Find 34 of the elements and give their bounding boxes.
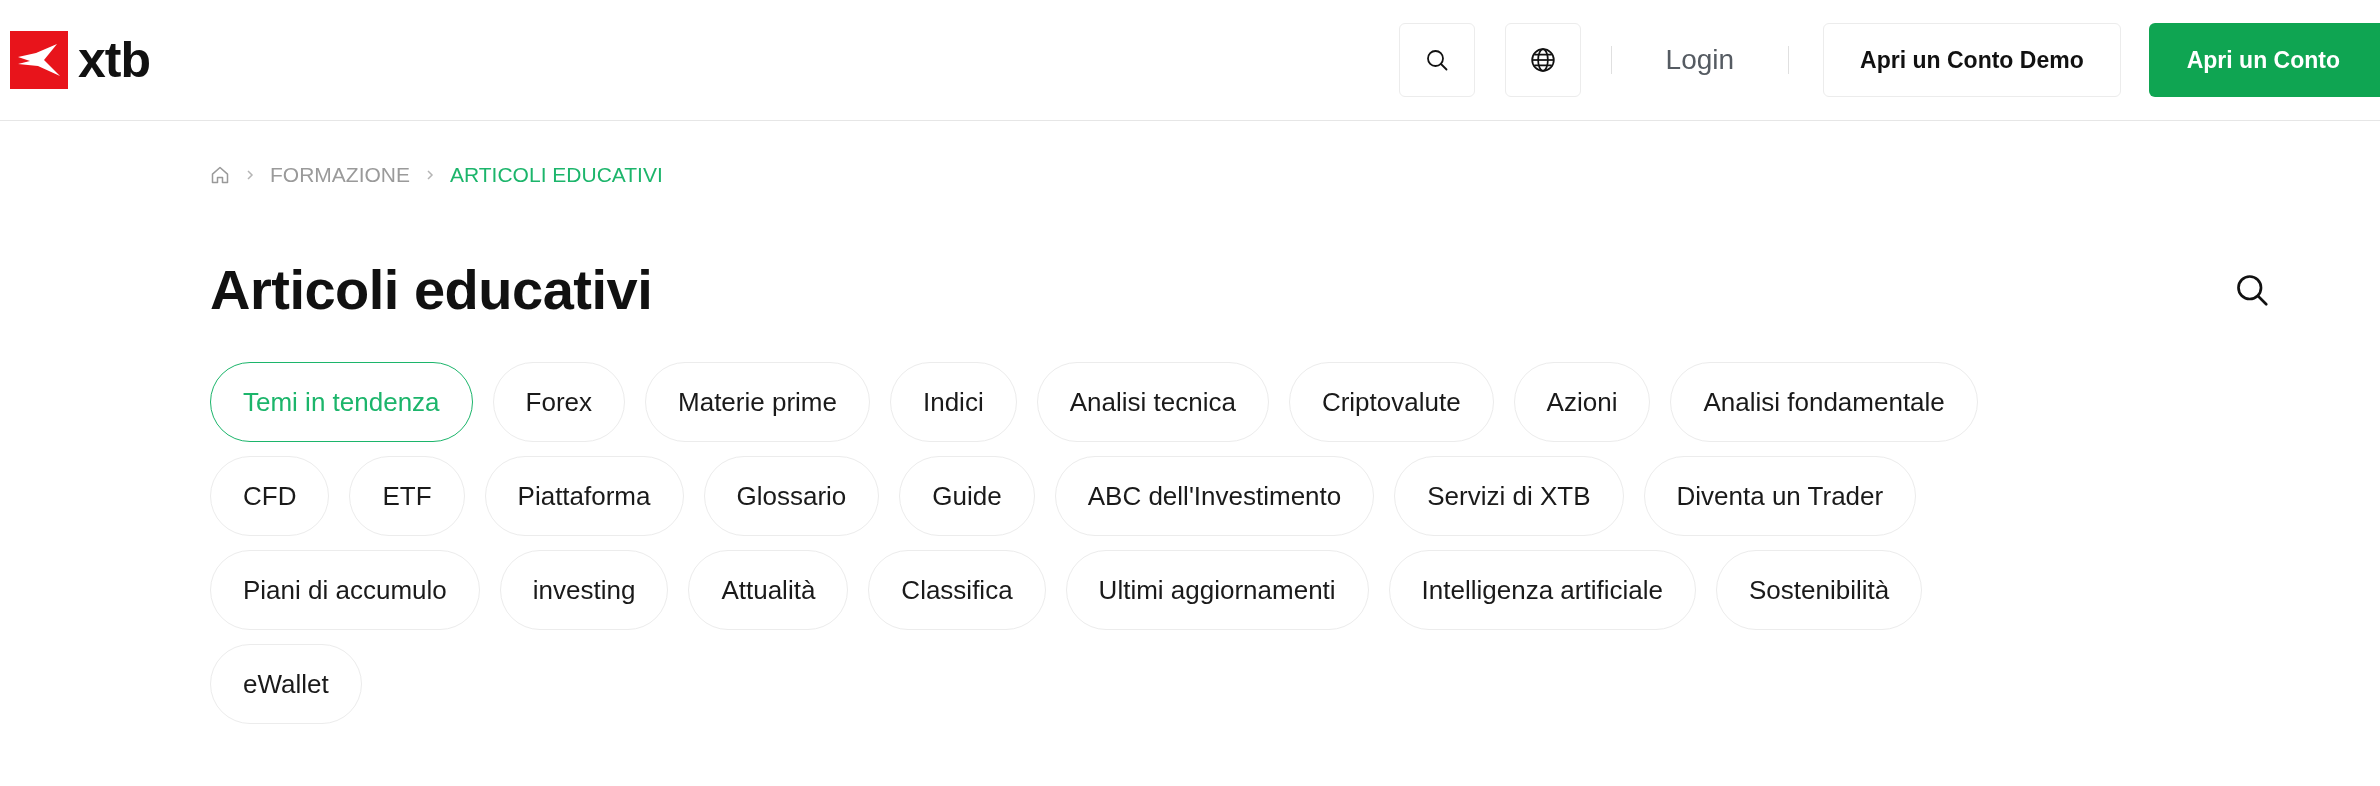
- category-chip[interactable]: Criptovalute: [1288, 362, 1494, 442]
- category-chip[interactable]: Diventa un Trader: [1643, 456, 1917, 536]
- demo-account-button[interactable]: Apri un Conto Demo: [1823, 23, 2121, 97]
- language-button[interactable]: [1504, 23, 1581, 97]
- category-chip[interactable]: Servizi di XTB: [1394, 456, 1624, 536]
- category-chip[interactable]: Azioni: [1513, 362, 1651, 442]
- chevron-icon: [426, 169, 434, 181]
- category-chip[interactable]: CFD: [210, 456, 330, 536]
- category-chip[interactable]: Classifica: [868, 550, 1046, 630]
- category-chip[interactable]: Piani di accumulo: [210, 550, 480, 630]
- logo-icon[interactable]: [10, 31, 68, 89]
- category-chip[interactable]: Indici: [889, 362, 1017, 442]
- chevron-icon: [246, 169, 254, 181]
- category-chip[interactable]: Analisi tecnica: [1036, 362, 1269, 442]
- category-chip[interactable]: Ultimi aggiornamenti: [1065, 550, 1369, 630]
- category-chip[interactable]: eWallet: [210, 644, 362, 724]
- category-chip[interactable]: Intelligenza artificiale: [1388, 550, 1696, 630]
- login-link[interactable]: Login: [1611, 44, 1789, 76]
- category-chip[interactable]: ABC dell'Investimento: [1054, 456, 1375, 536]
- category-chip[interactable]: Materie prime: [645, 362, 870, 442]
- category-chip[interactable]: Analisi fondamentale: [1670, 362, 1978, 442]
- category-chip[interactable]: Attualità: [688, 550, 849, 630]
- category-chip[interactable]: Sostenibilità: [1715, 550, 1923, 630]
- home-icon[interactable]: [210, 165, 230, 185]
- globe-icon[interactable]: [1529, 47, 1556, 73]
- logo-text[interactable]: xtb: [78, 35, 150, 85]
- search-icon[interactable]: [1424, 48, 1449, 72]
- category-chip[interactable]: investing: [499, 550, 669, 630]
- category-chip[interactable]: Piattaforma: [484, 456, 684, 536]
- category-chip[interactable]: Forex: [492, 362, 626, 442]
- category-chip[interactable]: ETF: [349, 456, 465, 536]
- category-chip[interactable]: Guide: [899, 456, 1035, 536]
- page-title: Articoli educativi: [210, 257, 653, 322]
- category-chip[interactable]: Glossario: [703, 456, 880, 536]
